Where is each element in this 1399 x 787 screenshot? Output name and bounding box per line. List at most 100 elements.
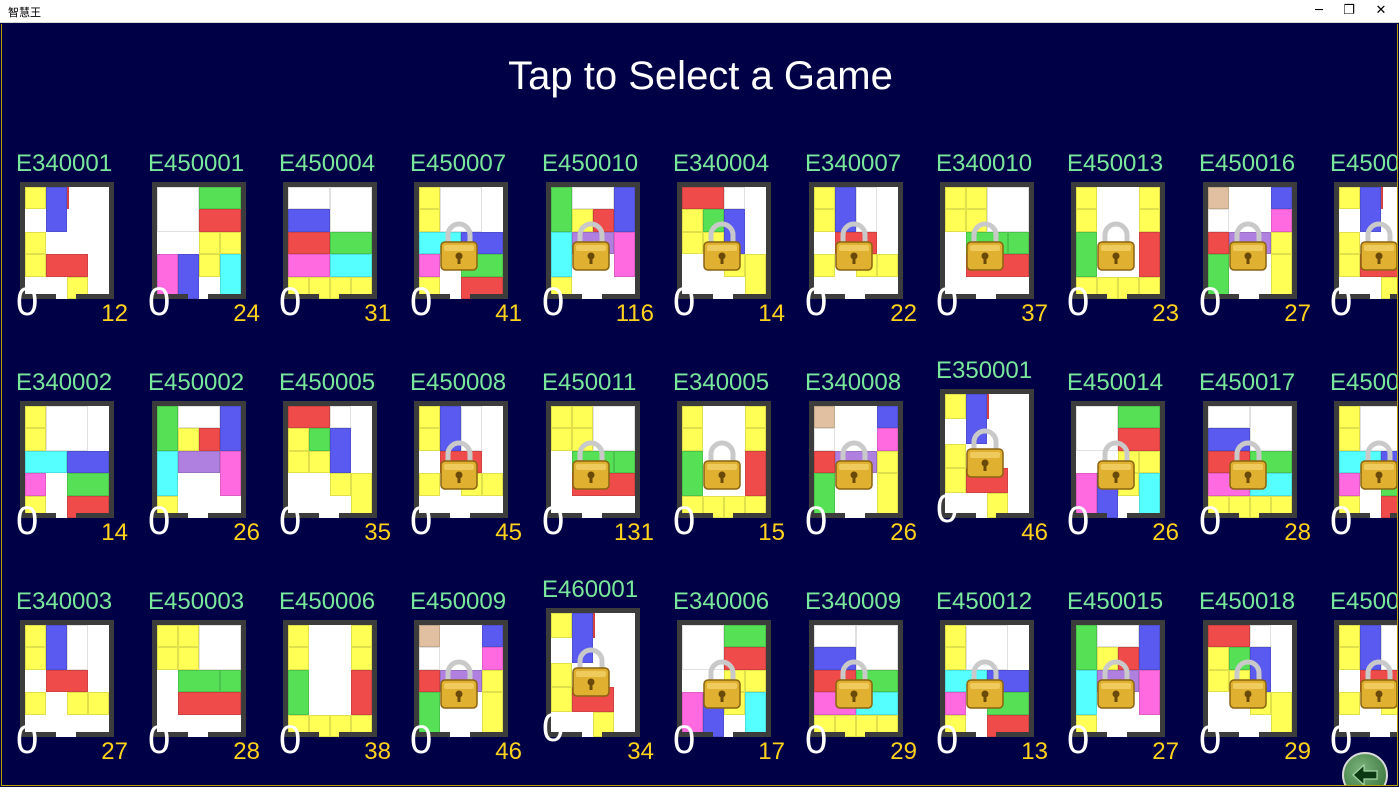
puzzle-block — [551, 187, 572, 232]
game-tile[interactable]: E450003 0 28 — [148, 588, 268, 785]
board-edge — [470, 513, 508, 518]
puzzle-block — [945, 443, 966, 469]
puzzle-block — [25, 450, 67, 474]
puzzle-block — [46, 625, 67, 670]
game-min-moves: 29 — [890, 738, 917, 765]
puzzle-block — [309, 450, 330, 474]
game-code-label: E450002 — [148, 369, 245, 396]
game-tile[interactable]: E450014 0 26 — [1067, 369, 1187, 569]
lock-icon — [1360, 221, 1397, 271]
game-min-moves: 12 — [101, 300, 128, 327]
game-min-moves: 17 — [758, 738, 785, 765]
game-score: 0 — [148, 280, 171, 324]
puzzle-block — [1139, 625, 1160, 670]
game-score: 0 — [410, 499, 433, 543]
game-tile[interactable]: E340004 0 14 — [673, 150, 793, 350]
puzzle-block — [1076, 187, 1097, 210]
game-tile[interactable]: E340005 0 15 — [673, 369, 793, 569]
close-button[interactable]: ✕ — [1364, 0, 1398, 22]
board-edge — [470, 732, 508, 737]
game-tile[interactable]: E450007 0 41 — [410, 150, 530, 350]
game-tile[interactable]: E450010 0 116 — [542, 150, 662, 350]
puzzle-block — [482, 669, 503, 693]
game-score: 0 — [1330, 499, 1353, 543]
back-button[interactable] — [1342, 752, 1388, 785]
game-tile[interactable]: E450011 0 131 — [542, 369, 662, 569]
game-tile[interactable]: E340002 0 14 — [16, 369, 136, 569]
game-min-moves: 13 — [1021, 738, 1048, 765]
game-tile[interactable]: E450018 0 29 — [1199, 588, 1319, 785]
puzzle-block — [178, 692, 241, 715]
game-tile[interactable]: E450015 0 27 — [1067, 588, 1187, 785]
lock-icon — [1229, 221, 1267, 271]
minimize-button[interactable]: ─ — [1302, 0, 1336, 22]
puzzle-block — [551, 428, 572, 451]
board-edge — [339, 732, 377, 737]
puzzle-block — [25, 692, 46, 715]
game-tile[interactable]: E450004 0 31 — [279, 150, 399, 350]
game-code-label: E340005 — [673, 369, 770, 396]
puzzle-block — [67, 473, 109, 496]
game-tile[interactable]: E340008 0 26 — [805, 369, 925, 569]
game-tile[interactable]: E450012 0 13 — [936, 588, 1056, 785]
game-tile[interactable]: E450016 0 27 — [1199, 150, 1319, 350]
page-title: Tap to Select a Game — [508, 54, 893, 98]
game-select-screen: Tap to Select a Game E340001 0 12 E450001 0 2… — [1, 24, 1398, 786]
puzzle-block — [419, 473, 440, 496]
game-tile[interactable]: E450006 0 38 — [279, 588, 399, 785]
game-tile[interactable]: E460001 0 34 — [542, 576, 662, 776]
game-tile[interactable]: E450008 0 45 — [410, 369, 530, 569]
restore-button[interactable]: ❐ — [1332, 0, 1366, 22]
board-edge — [602, 732, 640, 737]
puzzle-block — [178, 254, 199, 299]
game-min-moves: 46 — [495, 738, 522, 765]
puzzle-block — [288, 647, 309, 670]
puzzle-block — [572, 406, 593, 429]
game-tile[interactable]: E450017 0 28 — [1199, 369, 1319, 569]
game-score: 0 — [1067, 718, 1090, 762]
game-code-label: E450015 — [1067, 588, 1164, 615]
game-tile[interactable]: E450001 0 24 — [148, 150, 268, 350]
game-min-moves: 24 — [233, 300, 260, 327]
game-tile[interactable]: E340001 0 12 — [16, 150, 136, 350]
puzzle-block — [351, 647, 372, 670]
game-code-label: E350001 — [936, 357, 1033, 384]
puzzle-block — [351, 669, 372, 715]
game-score: 0 — [673, 280, 696, 324]
game-tile[interactable]: E350001 0 46 — [936, 357, 1056, 557]
game-code-label: E450013 — [1067, 150, 1164, 177]
game-tile[interactable]: E340003 0 27 — [16, 588, 136, 785]
game-tile[interactable]: E340007 0 22 — [805, 150, 925, 350]
puzzle-block — [419, 669, 440, 693]
game-code-label: E450012 — [936, 588, 1033, 615]
game-tile[interactable]: E4500 0 — [1330, 150, 1398, 350]
game-tile[interactable]: E340006 0 17 — [673, 588, 793, 785]
puzzle-block — [1076, 625, 1097, 670]
game-code-label: E4500 — [1330, 150, 1398, 177]
game-score: 0 — [1067, 280, 1090, 324]
puzzle-block — [945, 625, 966, 648]
puzzle-block — [419, 209, 440, 232]
game-score: 0 — [16, 718, 39, 762]
game-score: 0 — [1330, 280, 1353, 324]
game-tile[interactable]: E4500 0 — [1330, 369, 1397, 569]
game-tile[interactable]: E450013 0 23 — [1067, 150, 1187, 350]
game-min-moves: 34 — [627, 738, 654, 765]
game-min-moves: 26 — [890, 519, 917, 546]
game-tile[interactable]: E450002 0 26 — [148, 369, 268, 569]
puzzle-block — [25, 231, 46, 255]
game-tile[interactable]: E340010 0 37 — [936, 150, 1056, 350]
game-tile[interactable]: E340009 0 29 — [805, 588, 925, 785]
puzzle-block — [945, 394, 966, 419]
puzzle-block — [745, 406, 766, 429]
puzzle-block — [1208, 406, 1250, 429]
game-code-label: E450005 — [279, 369, 376, 396]
puzzle-block — [288, 625, 309, 648]
puzzle-block — [67, 625, 88, 670]
lock-icon — [703, 659, 741, 709]
puzzle-block — [178, 625, 199, 648]
game-tile[interactable]: E450005 0 35 — [279, 369, 399, 569]
puzzle-block — [814, 209, 835, 232]
puzzle-block — [157, 625, 178, 648]
game-tile[interactable]: E450009 0 46 — [410, 588, 530, 785]
